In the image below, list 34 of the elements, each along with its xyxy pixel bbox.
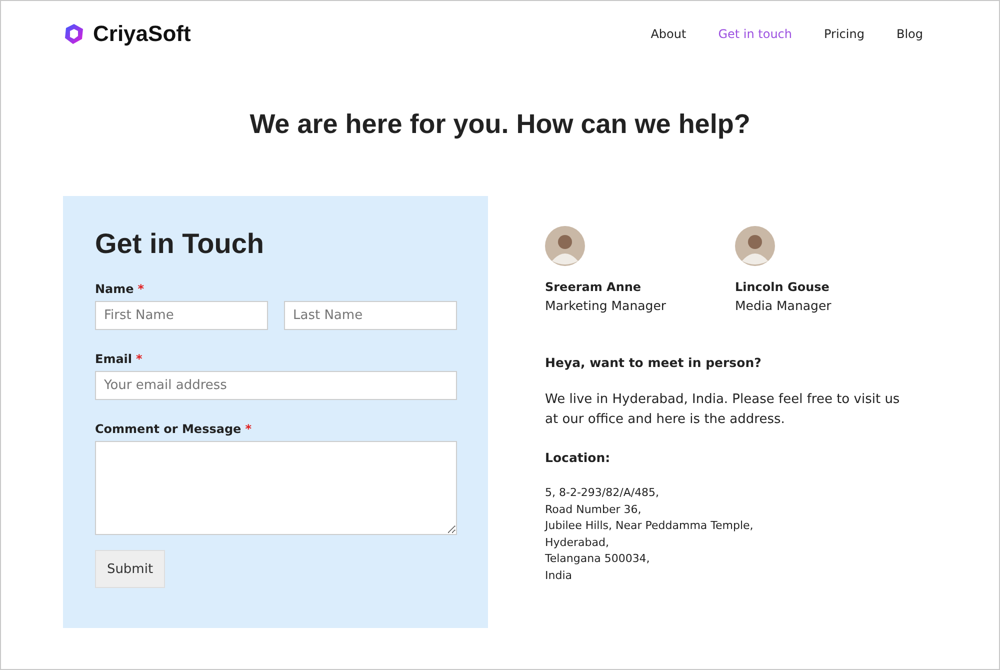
address-line: Telangana 500034, <box>545 551 651 567</box>
submit-button[interactable]: Submit <box>95 550 165 588</box>
field-label: Email <box>95 352 132 366</box>
form-title: Get in Touch <box>95 228 266 260</box>
person-name: Sreeram Anne <box>545 280 642 294</box>
person-name: Lincoln Gouse <box>735 280 830 294</box>
address-line: Road Number 36, <box>545 502 642 518</box>
address-line: 5, 8-2-293/82/A/485, <box>545 485 660 501</box>
nav-link[interactable]: About <box>650 27 686 41</box>
avatar-icon <box>545 226 585 266</box>
location-heading: Location: <box>545 450 612 465</box>
nav-link[interactable]: Pricing <box>824 27 864 41</box>
required-mark: * <box>136 352 142 366</box>
nav-link[interactable]: Blog <box>896 27 923 41</box>
last-name-field[interactable]: Last Name <box>284 301 457 330</box>
address-line: Hyderabad, <box>545 534 610 550</box>
address-line: India <box>545 568 573 584</box>
brand-name[interactable]: CriyaSoft <box>93 21 191 47</box>
required-mark: * <box>138 282 144 296</box>
nav-link[interactable]: Get in touch <box>718 27 792 41</box>
avatar-icon <box>735 226 775 266</box>
logo-icon <box>63 23 85 45</box>
person-role: Media Manager <box>735 298 832 313</box>
person-role: Marketing Manager <box>545 298 668 313</box>
required-mark: * <box>245 422 252 436</box>
field-label: Name <box>95 282 134 296</box>
meet-text: We live in Hyderabad, India. Please feel free to visit us at our office and here is the address. <box>545 391 901 429</box>
first-name-field[interactable]: First Name <box>95 301 268 330</box>
page-headline: We are here for you. How can we help? <box>248 109 752 140</box>
field-label: Comment or Message <box>95 422 242 436</box>
email-field[interactable]: Your email address <box>95 371 457 400</box>
meet-heading: Heya, want to meet in person? <box>545 355 762 370</box>
address-line: Jubilee Hills, Near Peddamma Temple, <box>545 518 754 534</box>
message-field[interactable] <box>95 441 457 535</box>
